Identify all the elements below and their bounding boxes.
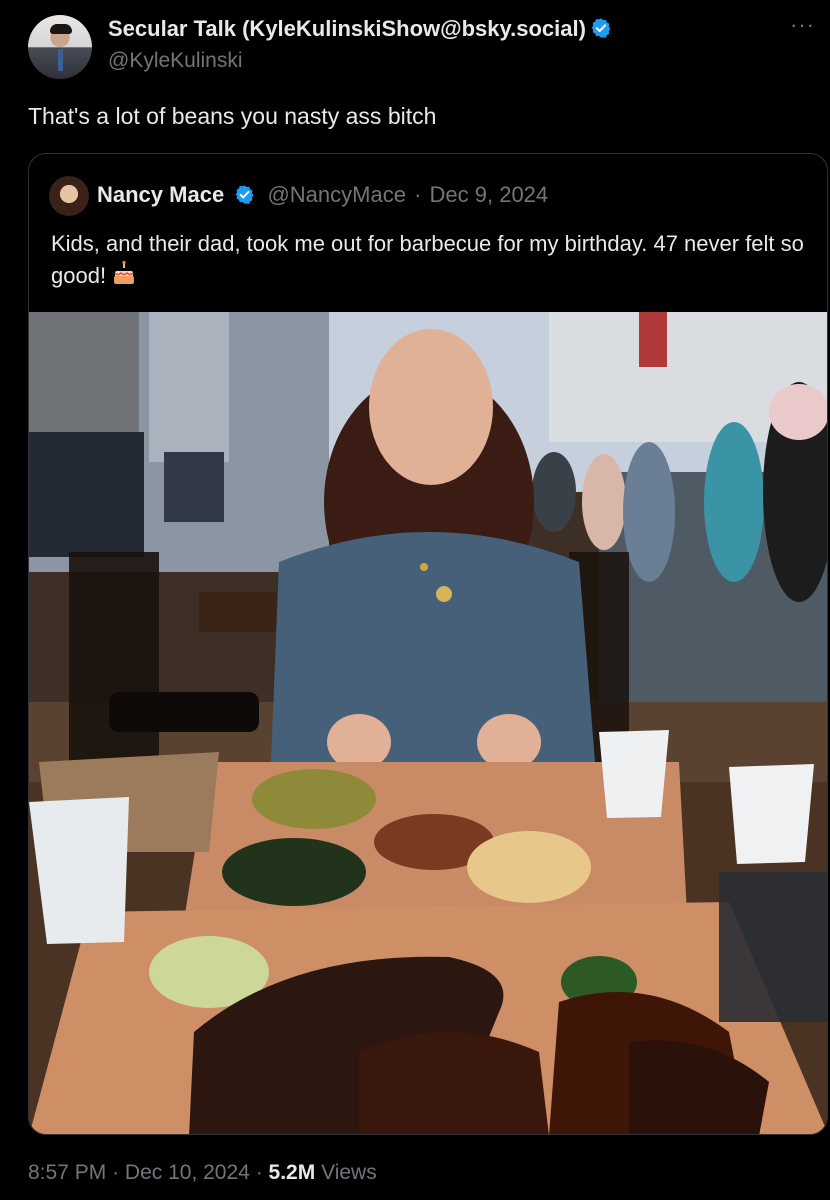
birthday-cake-icon — [114, 261, 135, 284]
author-handle[interactable]: @KyleKulinski — [108, 49, 243, 73]
tweet-date[interactable]: Dec 10, 2024 — [125, 1161, 250, 1184]
verified-badge-icon — [235, 185, 254, 204]
tweet-text: That's a lot of beans you nasty ass bitc… — [28, 103, 437, 129]
tweet-photo[interactable] — [29, 312, 828, 1135]
author-display-name-text: Secular Talk (KyleKulinskiShow@bsky.soci… — [108, 16, 586, 41]
verified-badge-icon — [591, 18, 611, 38]
quoted-handle[interactable]: @NancyMace — [267, 182, 406, 207]
author-avatar[interactable] — [28, 15, 92, 79]
avatar-tie — [58, 49, 63, 71]
tweet-footer: 8:57 PM · Dec 10, 2024 · 5.2M Views — [28, 1161, 377, 1185]
quoted-tweet[interactable]: Nancy Mace @NancyMace · Dec 9, 2024 Kids… — [28, 153, 828, 1135]
more-options-icon[interactable]: ··· — [790, 12, 815, 38]
quoted-author-avatar[interactable] — [49, 176, 89, 216]
tweet-time[interactable]: 8:57 PM — [28, 1161, 106, 1184]
views-label: Views — [321, 1161, 377, 1184]
views-count[interactable]: 5.2M — [269, 1161, 316, 1184]
author-display-name[interactable]: Secular Talk (KyleKulinskiShow@bsky.soci… — [108, 16, 612, 42]
quoted-display-name[interactable]: Nancy Mace — [97, 182, 224, 207]
footer-separator: · — [255, 1161, 263, 1184]
quoted-tweet-text: Kids, and their dad, took me out for bar… — [51, 228, 821, 292]
quoted-date[interactable]: Dec 9, 2024 — [430, 182, 549, 207]
avatar-hair — [50, 24, 72, 34]
quoted-separator: · — [414, 182, 422, 207]
quoted-tweet-header: Nancy Mace @NancyMace · Dec 9, 2024 — [97, 182, 548, 208]
quoted-text-body: Kids, and their dad, took me out for bar… — [51, 231, 804, 288]
footer-separator: · — [112, 1161, 120, 1184]
